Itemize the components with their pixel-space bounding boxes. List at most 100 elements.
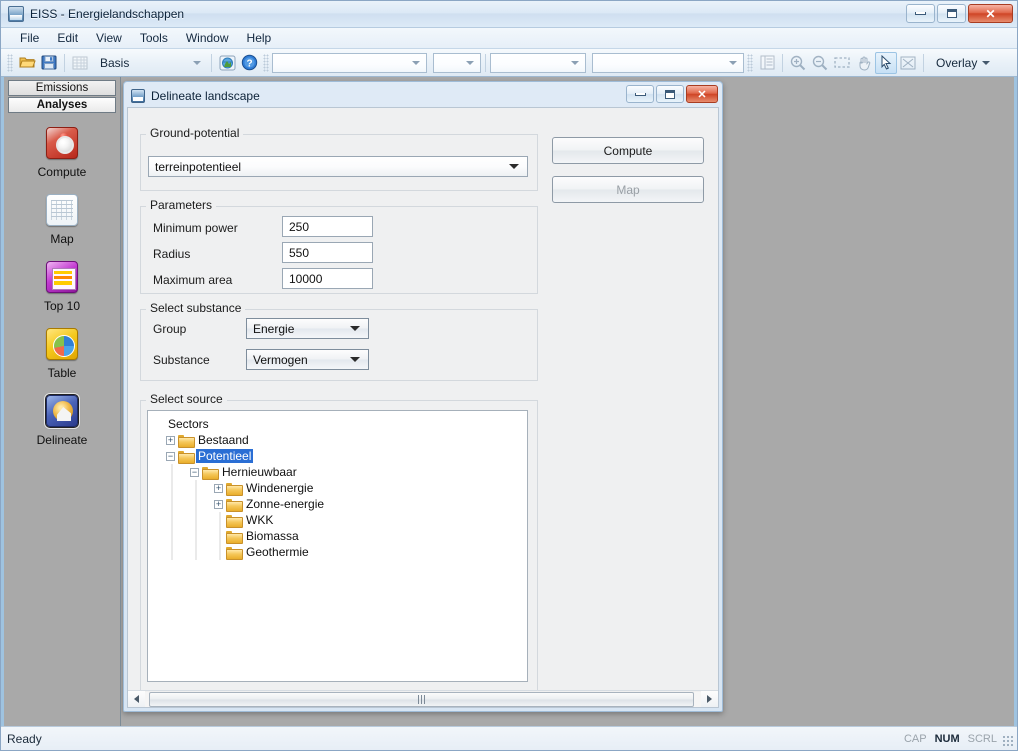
- grip-icon: [418, 694, 425, 704]
- top10-icon: [46, 261, 78, 293]
- overlay-dropdown-button[interactable]: Overlay: [928, 52, 998, 74]
- help-question-icon[interactable]: ?: [238, 52, 260, 74]
- scrollbar-track[interactable]: [145, 691, 701, 707]
- tree-indent-line: [166, 496, 178, 512]
- legend-icon[interactable]: [756, 52, 778, 74]
- toolbar-combo-3[interactable]: [490, 52, 586, 73]
- globe-icon[interactable]: [216, 52, 238, 74]
- tree-node-bestaand[interactable]: + Bestaand: [154, 432, 527, 448]
- folder-icon: [178, 450, 195, 464]
- source-tree[interactable]: Sectors + Bestaand − Potentieel − Hernie…: [147, 410, 528, 682]
- toolbar-combo-4[interactable]: [592, 52, 744, 73]
- scroll-left-button[interactable]: [128, 691, 145, 707]
- window-minimize-button[interactable]: [906, 4, 935, 23]
- zoom-out-icon[interactable]: [809, 52, 831, 74]
- tree-expander-plus-icon[interactable]: +: [214, 499, 223, 509]
- zoom-rectangle-icon[interactable]: [831, 52, 853, 74]
- toolbar-separator-5: [923, 53, 924, 72]
- select-substance-group: Select substance Group Energie Substance…: [140, 301, 538, 381]
- sidebar-item-compute[interactable]: Compute: [4, 127, 120, 179]
- tree-node-label: Geothermie: [246, 545, 309, 559]
- tree-indent-line: [190, 512, 202, 528]
- statusbar: Ready CAP NUM SCRL: [1, 726, 1017, 750]
- folder-icon: [202, 466, 219, 480]
- triangle-left-icon: [134, 695, 139, 703]
- sidebar-tab-emissions[interactable]: Emissions: [8, 80, 116, 96]
- status-indicator-num: NUM: [934, 732, 960, 745]
- dialog-title: Delineate landscape: [151, 89, 260, 103]
- zoom-in-icon[interactable]: [787, 52, 809, 74]
- tree-node-zonne-energie[interactable]: + Zonne-energie: [154, 496, 527, 512]
- grid-glyph: [72, 56, 88, 69]
- tree-node-windenergie[interactable]: + Windenergie: [154, 480, 527, 496]
- triangle-right-icon: [707, 695, 712, 703]
- menu-item-tools[interactable]: Tools: [131, 29, 177, 47]
- tree-node-biomassa[interactable]: Biomassa: [154, 528, 527, 544]
- tree-root: Sectors + Bestaand − Potentieel − Hernie…: [148, 411, 527, 560]
- tree-node-wkk[interactable]: WKK: [154, 512, 527, 528]
- fit-extent-icon[interactable]: [897, 52, 919, 74]
- dialog-minimize-button[interactable]: [626, 85, 654, 103]
- minimize-icon: [634, 92, 646, 96]
- minimum-power-input[interactable]: 250: [282, 216, 373, 237]
- group-combo[interactable]: Energie: [246, 318, 369, 339]
- dialog-maximize-button[interactable]: [656, 85, 684, 103]
- sidebar-tab-analyses[interactable]: Analyses: [8, 97, 116, 113]
- tree-leaf-connector: [214, 544, 226, 560]
- folder-icon: [226, 530, 243, 544]
- grid-icon[interactable]: [69, 52, 91, 74]
- select-source-group-title: Select source: [146, 392, 227, 406]
- toolbar-separator-4: [782, 53, 783, 72]
- zoom-in-glyph: [790, 55, 806, 70]
- tree-node-hernieuwbaar[interactable]: − Hernieuwbaar: [154, 464, 527, 480]
- chevron-down-icon[interactable]: [193, 60, 201, 65]
- toolbar-grip-3[interactable]: [747, 53, 753, 72]
- globe-glyph: [219, 55, 235, 70]
- tree-expander-plus-icon[interactable]: +: [166, 435, 175, 445]
- radius-input[interactable]: 550: [282, 242, 373, 263]
- sidebar-item-map[interactable]: Map: [4, 194, 120, 246]
- tree-node-sectors[interactable]: Sectors: [154, 416, 527, 432]
- substance-combo[interactable]: Vermogen: [246, 349, 369, 370]
- group-combo-value: Energie: [253, 321, 295, 336]
- maximum-area-input[interactable]: 10000: [282, 268, 373, 289]
- tree-node-potentieel[interactable]: − Potentieel: [154, 448, 527, 464]
- toolbar-separator-2: [211, 53, 212, 72]
- select-arrow-glyph: [881, 54, 892, 70]
- map-button[interactable]: Map: [552, 176, 704, 203]
- open-folder-icon[interactable]: [16, 52, 38, 74]
- pan-hand-icon[interactable]: [853, 52, 875, 74]
- chevron-down-icon: [729, 60, 737, 65]
- ground-potential-combo[interactable]: terreinpotentieel: [148, 156, 528, 177]
- toolbar-combo-1[interactable]: [272, 52, 427, 73]
- compute-button[interactable]: Compute: [552, 137, 704, 164]
- select-source-group: Select source Sectors + Bestaand − Poten…: [140, 392, 538, 690]
- tree-node-geothermie[interactable]: Geothermie: [154, 544, 527, 560]
- chevron-down-icon: [571, 60, 579, 65]
- scrollbar-thumb[interactable]: [149, 691, 694, 707]
- tree-expander-plus-icon[interactable]: +: [214, 483, 223, 493]
- sidebar-item-delineate[interactable]: Delineate: [4, 394, 120, 447]
- dialog-horizontal-scrollbar[interactable]: [128, 690, 718, 707]
- window-close-button[interactable]: ✕: [968, 4, 1013, 23]
- toolbar-grip[interactable]: [7, 53, 13, 72]
- sidebar-item-top10[interactable]: Top 10: [4, 261, 120, 313]
- scroll-right-button[interactable]: [701, 691, 718, 707]
- toolbar-grip-2[interactable]: [263, 53, 269, 72]
- window-maximize-button[interactable]: [937, 4, 966, 23]
- sidebar-item-label: Map: [50, 232, 74, 246]
- menu-item-window[interactable]: Window: [177, 29, 238, 47]
- tree-expander-minus-icon[interactable]: −: [166, 451, 175, 461]
- menu-item-edit[interactable]: Edit: [48, 29, 87, 47]
- sidebar-item-label: Compute: [37, 165, 87, 179]
- save-disk-icon[interactable]: [38, 52, 60, 74]
- tree-expander-minus-icon[interactable]: −: [190, 467, 199, 477]
- menu-item-file[interactable]: File: [11, 29, 48, 47]
- sidebar-item-table[interactable]: Table: [4, 328, 120, 380]
- dialog-close-button[interactable]: ✕: [686, 85, 718, 103]
- menu-item-help[interactable]: Help: [238, 29, 281, 47]
- toolbar-combo-2[interactable]: [433, 52, 481, 73]
- menu-item-view[interactable]: View: [87, 29, 131, 47]
- select-arrow-icon[interactable]: [875, 51, 897, 74]
- resize-grip[interactable]: [1002, 735, 1014, 747]
